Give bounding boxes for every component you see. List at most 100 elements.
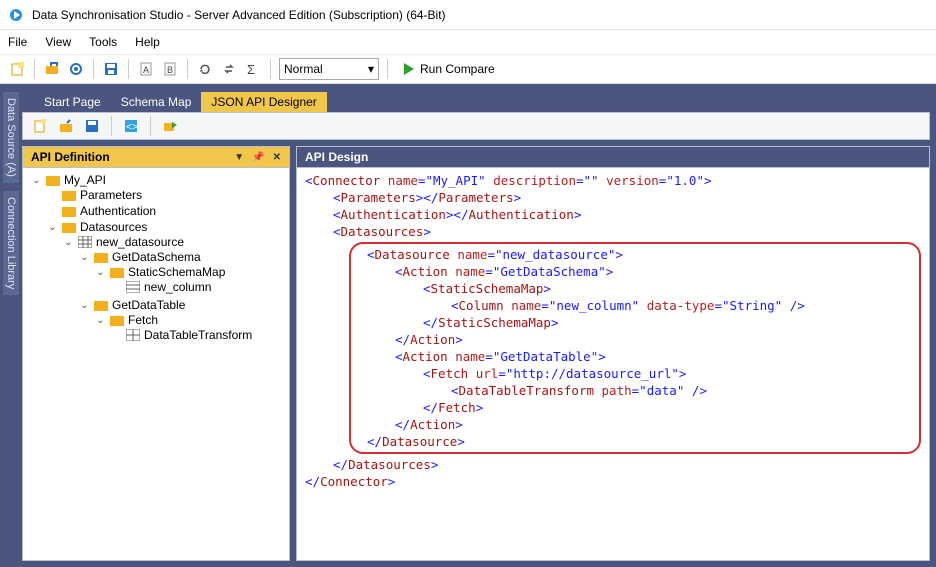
svg-text:Σ: Σ [247, 62, 255, 76]
table-icon [78, 235, 92, 249]
window-title: Data Synchronisation Studio - Server Adv… [32, 8, 446, 22]
play-icon [404, 63, 414, 75]
code-icon[interactable]: <> [122, 117, 140, 135]
menu-help[interactable]: Help [135, 35, 160, 49]
tree-static-schema-map[interactable]: ⌄ StaticSchemaMap [95, 265, 285, 279]
xml-line: <Authentication></Authentication> [305, 206, 921, 223]
folder-icon [46, 173, 60, 187]
highlighted-xml-block: <Datasource name="new_datasource"> <Acti… [349, 242, 921, 454]
xml-line: <StaticSchemaMap> [355, 280, 915, 297]
tree-datasources[interactable]: ⌄ Datasources [47, 220, 285, 234]
svg-text:A: A [143, 65, 149, 75]
tree-label: Authentication [80, 204, 156, 218]
folder-icon [62, 188, 76, 202]
expand-icon[interactable]: ⌄ [95, 267, 106, 278]
xml-line: </Connector> [305, 473, 921, 490]
tab-start-page[interactable]: Start Page [34, 92, 111, 112]
run-icon[interactable] [161, 117, 179, 135]
api-definition-title: API Definition [31, 150, 110, 164]
svg-text:B: B [167, 65, 173, 75]
tree-label: Fetch [128, 313, 158, 327]
xml-line: </Fetch> [355, 399, 915, 416]
xml-line: <Fetch url="http://datasource_url"> [355, 365, 915, 382]
expand-icon[interactable]: ⌄ [79, 252, 90, 263]
api-definition-tree: ⌄ My_API Parameters Authentication ⌄ Datas… [23, 168, 289, 560]
expand-icon[interactable]: ⌄ [31, 175, 42, 186]
tree-parameters[interactable]: Parameters [47, 188, 285, 202]
tree-label: new_column [144, 280, 211, 294]
xml-line: <Datasources> [305, 223, 921, 240]
expand-icon[interactable]: ⌄ [63, 237, 74, 248]
close-icon[interactable]: ✕ [273, 152, 281, 163]
api-definition-header: API Definition ▼ 📌 ✕ [23, 147, 289, 168]
xml-line: </Action> [355, 331, 915, 348]
open-folder-icon[interactable] [57, 117, 75, 135]
new-project-icon[interactable] [8, 60, 26, 78]
expand-icon[interactable]: ⌄ [79, 300, 90, 311]
xml-line: </StaticSchemaMap> [355, 314, 915, 331]
tree-label: StaticSchemaMap [128, 265, 225, 279]
expand-icon[interactable]: ⌄ [95, 315, 106, 326]
folder-icon [62, 220, 76, 234]
separator [150, 116, 151, 136]
folder-icon [110, 313, 124, 327]
separator [387, 59, 388, 79]
tree-get-data-table[interactable]: ⌄ GetDataTable [79, 298, 285, 312]
run-compare-button[interactable]: Run Compare [396, 60, 503, 78]
api-design-header: API Design [297, 147, 929, 168]
run-compare-label: Run Compare [420, 62, 495, 76]
menu-view[interactable]: View [45, 35, 71, 49]
sync-icon[interactable] [220, 60, 238, 78]
tree-new-datasource[interactable]: ⌄new_datasource [63, 235, 285, 249]
tree-label: My_API [64, 173, 106, 187]
xml-line: <Action name="GetDataSchema"> [355, 263, 915, 280]
xml-line: <Connector name="My_API" description="" … [305, 172, 921, 189]
tree-label: GetDataTable [112, 298, 185, 312]
dropdown-icon[interactable]: ▼ [234, 152, 244, 163]
app-icon [8, 7, 24, 23]
api-design-xml-view[interactable]: <Connector name="My_API" description="" … [297, 168, 929, 560]
chevron-down-icon: ▾ [368, 62, 374, 76]
tree-data-table-transform[interactable]: DataTableTransform [111, 328, 285, 342]
xml-line: <Action name="GetDataTable"> [355, 348, 915, 365]
sigma-icon[interactable]: Σ [244, 60, 262, 78]
separator [34, 59, 35, 79]
api-definition-panel: API Definition ▼ 📌 ✕ ⌄ My_API Parameters [22, 146, 290, 561]
pin-icon[interactable]: 📌 [252, 152, 264, 163]
tree-label: DataTableTransform [144, 328, 252, 342]
side-tab-data-source-a[interactable]: Data Source (A) [3, 92, 19, 183]
xml-line: </Datasource> [355, 433, 915, 450]
tree-label: Datasources [80, 220, 147, 234]
mode-select[interactable]: Normal ▾ [279, 58, 379, 80]
tree-root[interactable]: ⌄ My_API [31, 173, 285, 187]
tree-new-column[interactable]: new_column [111, 280, 285, 294]
open-icon[interactable] [43, 60, 61, 78]
separator [270, 59, 271, 79]
expand-icon[interactable]: ⌄ [47, 222, 58, 233]
tab-schema-map[interactable]: Schema Map [111, 92, 202, 112]
tree-fetch[interactable]: ⌄ Fetch [95, 313, 285, 327]
menu-tools[interactable]: Tools [89, 35, 117, 49]
menu-file[interactable]: File [8, 35, 27, 49]
tree-label: GetDataSchema [112, 250, 201, 264]
refresh-icon[interactable] [196, 60, 214, 78]
folder-icon [94, 298, 108, 312]
save-icon[interactable] [102, 60, 120, 78]
side-tab-connection-library[interactable]: Connection Library [3, 191, 19, 295]
tree-label: Parameters [80, 188, 142, 202]
api-design-panel: API Design <Connector name="My_API" desc… [296, 146, 930, 561]
save-icon[interactable] [83, 117, 101, 135]
separator [187, 59, 188, 79]
gear-icon[interactable] [67, 60, 85, 78]
doc-b-icon[interactable]: B [161, 60, 179, 78]
separator [111, 116, 112, 136]
tree-get-data-schema[interactable]: ⌄ GetDataSchema [79, 250, 285, 264]
new-file-icon[interactable] [31, 117, 49, 135]
folder-icon [62, 204, 76, 218]
folder-icon [110, 265, 124, 279]
tree-authentication[interactable]: Authentication [47, 204, 285, 218]
folder-icon [94, 250, 108, 264]
tab-json-api-designer[interactable]: JSON API Designer [201, 92, 326, 112]
column-icon [126, 280, 140, 294]
doc-a-icon[interactable]: A [137, 60, 155, 78]
